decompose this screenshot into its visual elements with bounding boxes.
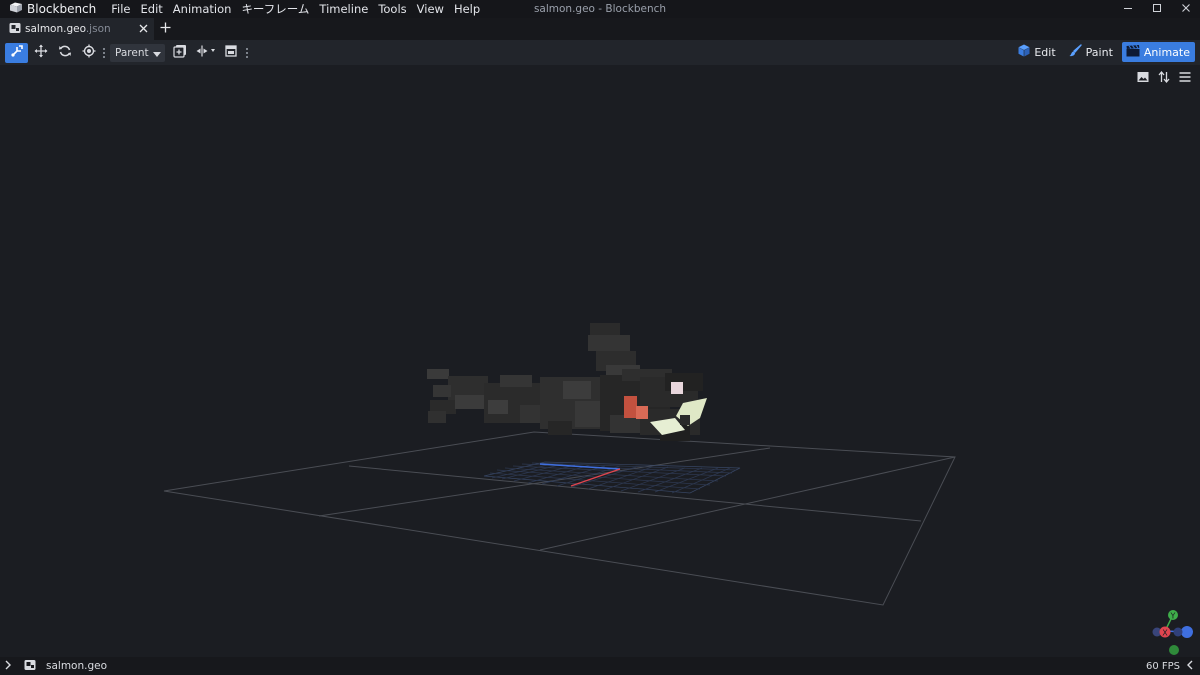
- maximize-button[interactable]: [1142, 0, 1171, 18]
- mode-paint-label: Paint: [1085, 45, 1113, 59]
- mode-animate-label: Animate: [1143, 45, 1190, 59]
- mode-edit-label: Edit: [1034, 45, 1056, 59]
- viewport-menu-button[interactable]: [1176, 69, 1194, 87]
- blockbench-logo-icon: [9, 2, 23, 16]
- cube-icon: [1018, 44, 1030, 60]
- mode-switcher: Edit Paint Animate: [1014, 42, 1195, 62]
- pivot-target-icon: [82, 44, 96, 61]
- status-bar: salmon.geo 60 FPS: [0, 657, 1200, 675]
- toggle-panel-button[interactable]: [220, 43, 243, 63]
- floor-grid-line: [318, 447, 771, 517]
- swap-vertical-icon: [1158, 70, 1170, 86]
- gizmo-neg-x: [1173, 627, 1183, 637]
- floor-grid-line: [348, 465, 922, 522]
- toolbar-overflow-handle-2[interactable]: [244, 43, 250, 63]
- main-toolbar: Parent Edit Paint Animate: [0, 40, 1200, 65]
- 3d-viewport[interactable]: X Y: [0, 65, 1200, 657]
- menu-bar: File Edit Animation キーフレーム Timeline Tool…: [106, 0, 485, 18]
- move-tool-icon: [10, 44, 24, 61]
- tab-bar: salmon.geo.json: [0, 18, 1200, 40]
- brush-icon: [1069, 44, 1082, 60]
- mirror-split-icon: [196, 45, 216, 60]
- close-window-button[interactable]: [1171, 0, 1200, 18]
- menu-keyframe[interactable]: キーフレーム: [236, 0, 314, 18]
- title-bar: Blockbench File Edit Animation キーフレーム Ti…: [0, 0, 1200, 18]
- menu-edit[interactable]: Edit: [136, 0, 168, 18]
- window-controls: [1113, 0, 1200, 18]
- fps-counter: 60 FPS: [1145, 660, 1180, 672]
- block-grid: [483, 461, 741, 494]
- menu-view[interactable]: View: [412, 0, 449, 18]
- minimize-icon: [1123, 2, 1133, 16]
- status-left: salmon.geo: [0, 659, 107, 674]
- tab-label: salmon.geo.json: [25, 23, 111, 35]
- pivot-tool-button[interactable]: [77, 43, 100, 63]
- bedrock-model-icon: [9, 22, 21, 37]
- new-tab-button[interactable]: [154, 18, 176, 40]
- screenshot-button[interactable]: [1134, 69, 1152, 87]
- sort-view-button[interactable]: [1155, 69, 1173, 87]
- transform-space-select[interactable]: Parent: [110, 43, 165, 62]
- gizmo-x-label: X: [1162, 629, 1168, 638]
- mirror-tool-button[interactable]: [193, 43, 219, 63]
- floor-grid: [163, 431, 956, 606]
- salmon-gill: [624, 396, 637, 418]
- add-keyframe-button[interactable]: [169, 43, 192, 63]
- close-icon: [139, 22, 148, 36]
- status-right: 60 FPS: [1146, 657, 1194, 675]
- translate-arrows-icon: [34, 44, 48, 61]
- expand-panel-button[interactable]: [4, 659, 12, 673]
- translate-tool-button[interactable]: [29, 43, 52, 63]
- rotate-tool-button[interactable]: [53, 43, 76, 63]
- toolbar-overflow-handle[interactable]: [101, 43, 107, 63]
- menu-animation[interactable]: Animation: [168, 0, 237, 18]
- image-icon: [1137, 71, 1149, 86]
- mode-paint-button[interactable]: Paint: [1065, 42, 1118, 62]
- add-box-icon: [173, 44, 187, 61]
- window-panel-icon: [225, 45, 237, 60]
- tab-close-button[interactable]: [136, 22, 150, 36]
- mode-animate-button[interactable]: Animate: [1121, 42, 1195, 62]
- plus-icon: [160, 22, 171, 36]
- tab-salmon-geo[interactable]: salmon.geo.json: [0, 18, 154, 40]
- menu-tools[interactable]: Tools: [373, 0, 411, 18]
- collapse-panel-button[interactable]: [1186, 659, 1194, 673]
- clapperboard-icon: [1126, 44, 1140, 60]
- caret-down-icon: [152, 46, 161, 60]
- bedrock-model-icon: [24, 659, 36, 674]
- salmon-eye: [671, 382, 683, 394]
- move-tool-button[interactable]: [5, 42, 28, 63]
- minimize-button[interactable]: [1113, 0, 1142, 18]
- scene-canvas[interactable]: [0, 65, 1200, 657]
- gizmo-y-label: Y: [1170, 612, 1176, 621]
- viewport-tools: [1134, 69, 1194, 87]
- chevron-right-icon: [5, 660, 11, 670]
- menu-help[interactable]: Help: [449, 0, 485, 18]
- mode-edit-button[interactable]: Edit: [1014, 42, 1060, 62]
- gizmo-neg-y: [1169, 645, 1179, 655]
- status-file-name: salmon.geo: [46, 660, 108, 672]
- hamburger-menu-icon: [1179, 71, 1191, 85]
- app-name: Blockbench: [27, 2, 97, 16]
- gizmo-z-axis: [1181, 626, 1193, 638]
- floor-outline: [163, 431, 956, 606]
- menu-timeline[interactable]: Timeline: [314, 0, 373, 18]
- salmon-model: [427, 323, 707, 441]
- orientation-gizmo[interactable]: X Y: [1150, 609, 1200, 655]
- rotate-icon: [58, 44, 72, 61]
- floor-grid-line: [539, 456, 956, 551]
- maximize-icon: [1152, 2, 1162, 16]
- chevron-left-icon: [1187, 660, 1193, 670]
- transform-space-value: Parent: [115, 46, 149, 59]
- menu-file[interactable]: File: [106, 0, 135, 18]
- x-axis-line: [570, 468, 621, 487]
- app-brand: Blockbench: [0, 0, 96, 18]
- close-icon: [1181, 2, 1191, 16]
